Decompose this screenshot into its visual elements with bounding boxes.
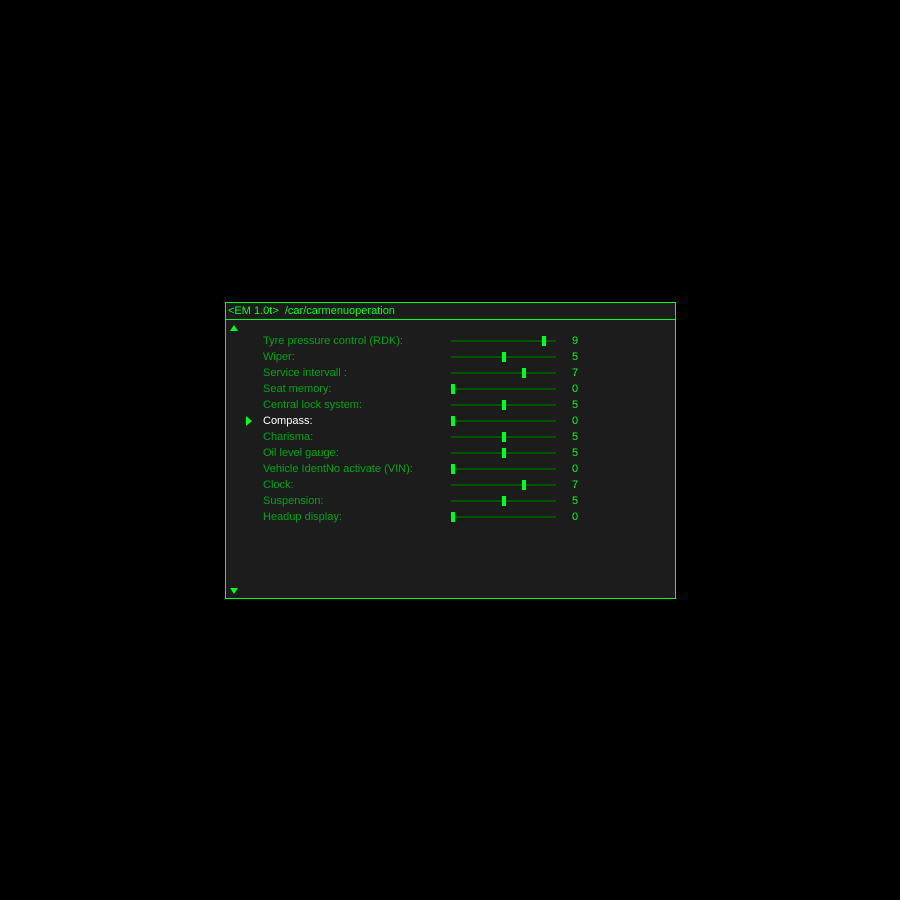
row-slider[interactable] (451, 468, 556, 470)
row-label: Service intervall : (263, 365, 347, 381)
settings-row[interactable]: Service intervall : 7 (226, 365, 675, 381)
row-slider[interactable] (451, 516, 556, 518)
row-slider[interactable] (451, 372, 556, 374)
slider-handle[interactable] (451, 464, 455, 474)
settings-row[interactable]: Tyre pressure control (RDK): 9 (226, 333, 675, 349)
slider-handle[interactable] (502, 400, 506, 410)
row-value: 5 (572, 493, 578, 509)
settings-row[interactable]: Vehicle IdentNo activate (VIN): 0 (226, 461, 675, 477)
row-value: 9 (572, 333, 578, 349)
slider-handle[interactable] (502, 448, 506, 458)
slider-handle[interactable] (502, 496, 506, 506)
settings-row[interactable]: Headup display: 0 (226, 509, 675, 525)
settings-row[interactable]: Charisma: 5 (226, 429, 675, 445)
row-slider[interactable] (451, 420, 556, 422)
settings-row[interactable]: Clock: 7 (226, 477, 675, 493)
row-value: 0 (572, 509, 578, 525)
row-label: Headup display: (263, 509, 342, 525)
settings-row[interactable]: Seat memory: 0 (226, 381, 675, 397)
settings-panel: <EM 1.0t> /car/carmenuoperation Tyre pre… (225, 302, 676, 599)
slider-handle[interactable] (522, 368, 526, 378)
slider-handle[interactable] (451, 384, 455, 394)
settings-row[interactable]: Oil level gauge: 5 (226, 445, 675, 461)
row-label: Vehicle IdentNo activate (VIN): (263, 461, 413, 477)
row-label: Oil level gauge: (263, 445, 339, 461)
row-value: 5 (572, 445, 578, 461)
row-slider[interactable] (451, 404, 556, 406)
row-slider[interactable] (451, 484, 556, 486)
row-value: 5 (572, 349, 578, 365)
settings-row[interactable]: Wiper: 5 (226, 349, 675, 365)
row-slider[interactable] (451, 436, 556, 438)
slider-handle[interactable] (542, 336, 546, 346)
row-slider[interactable] (451, 356, 556, 358)
slider-handle[interactable] (502, 432, 506, 442)
row-pointer-icon (246, 416, 252, 426)
row-value: 5 (572, 397, 578, 413)
panel-title: <EM 1.0t> /car/carmenuoperation (226, 303, 675, 320)
row-value: 0 (572, 381, 578, 397)
row-value: 5 (572, 429, 578, 445)
slider-handle[interactable] (451, 512, 455, 522)
row-value: 0 (572, 413, 578, 429)
row-value: 7 (572, 477, 578, 493)
row-slider[interactable] (451, 388, 556, 390)
row-value: 7 (572, 365, 578, 381)
slider-handle[interactable] (522, 480, 526, 490)
row-label: Charisma: (263, 429, 313, 445)
row-label: Tyre pressure control (RDK): (263, 333, 403, 349)
row-value: 0 (572, 461, 578, 477)
settings-row[interactable]: Compass: 0 (226, 413, 675, 429)
row-slider[interactable] (451, 340, 556, 342)
row-label: Compass: (263, 413, 313, 429)
settings-row[interactable]: Suspension: 5 (226, 493, 675, 509)
row-label: Seat memory: (263, 381, 331, 397)
row-slider[interactable] (451, 500, 556, 502)
settings-list: Tyre pressure control (RDK):9Wiper:5Serv… (226, 333, 675, 525)
row-label: Wiper: (263, 349, 295, 365)
row-label: Suspension: (263, 493, 324, 509)
row-slider[interactable] (451, 452, 556, 454)
slider-handle[interactable] (502, 352, 506, 362)
scroll-down-icon[interactable] (230, 588, 238, 594)
settings-row[interactable]: Central lock system: 5 (226, 397, 675, 413)
row-label: Clock: (263, 477, 294, 493)
row-label: Central lock system: (263, 397, 362, 413)
slider-handle[interactable] (451, 416, 455, 426)
scroll-up-icon[interactable] (230, 325, 238, 331)
